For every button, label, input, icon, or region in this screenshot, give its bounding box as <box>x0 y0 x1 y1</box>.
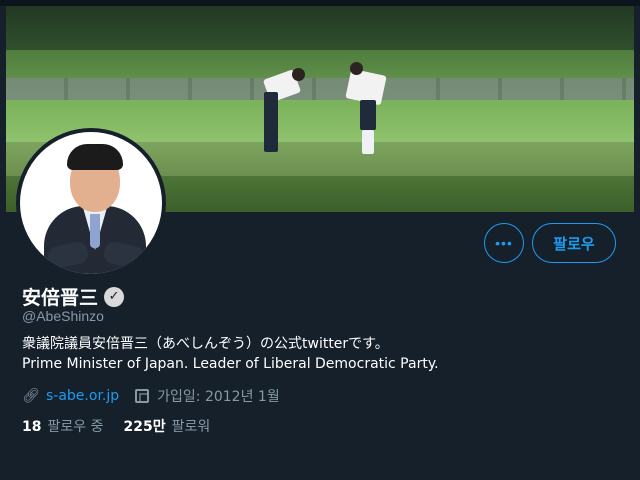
calendar-icon <box>133 389 151 403</box>
verified-badge-icon: ✓ <box>104 286 125 307</box>
profile-name-row: 安倍晋三 ✓ <box>22 283 125 310</box>
profile-bio: 衆議院議員安倍晋三（あべしんぞう）の公式twitterです。 Prime Min… <box>22 334 439 374</box>
bio-line-2: Prime Minister of Japan. Leader of Liber… <box>22 356 439 372</box>
profile-handle: @AbeShinzo <box>22 308 104 324</box>
profile-name: 安倍晋三 <box>22 287 99 309</box>
more-options-button[interactable]: ••• <box>484 223 524 263</box>
bio-line-1: 衆議院議員安倍晋三（あべしんぞう）の公式twitterです。 <box>22 336 389 352</box>
follow-button-label: 팔로우 <box>553 234 595 253</box>
profile-avatar[interactable] <box>16 128 166 278</box>
follow-button[interactable]: 팔로우 <box>532 223 616 263</box>
following-count: 18 <box>22 419 42 435</box>
joined-date: 가입일: 2012년 1월 <box>157 389 280 405</box>
bowing-person-left <box>258 66 318 158</box>
link-icon: 🔗︎ <box>22 388 40 404</box>
followers-label: 팔로워 <box>171 419 211 435</box>
followers-stat[interactable]: 225만 팔로워 <box>123 416 210 436</box>
profile-meta: 🔗︎ s-abe.or.jp 가입일: 2012년 1월 <box>22 386 280 406</box>
website-link[interactable]: s-abe.or.jp <box>46 388 119 404</box>
banner-fence <box>6 78 634 100</box>
following-stat[interactable]: 18 팔로우 중 <box>22 416 103 436</box>
followers-count: 225만 <box>123 419 166 435</box>
more-dots-icon: ••• <box>495 235 513 251</box>
following-label: 팔로우 중 <box>47 419 104 435</box>
profile-stats: 18 팔로우 중 225만 팔로워 <box>22 416 210 436</box>
bowing-person-right <box>342 58 392 160</box>
